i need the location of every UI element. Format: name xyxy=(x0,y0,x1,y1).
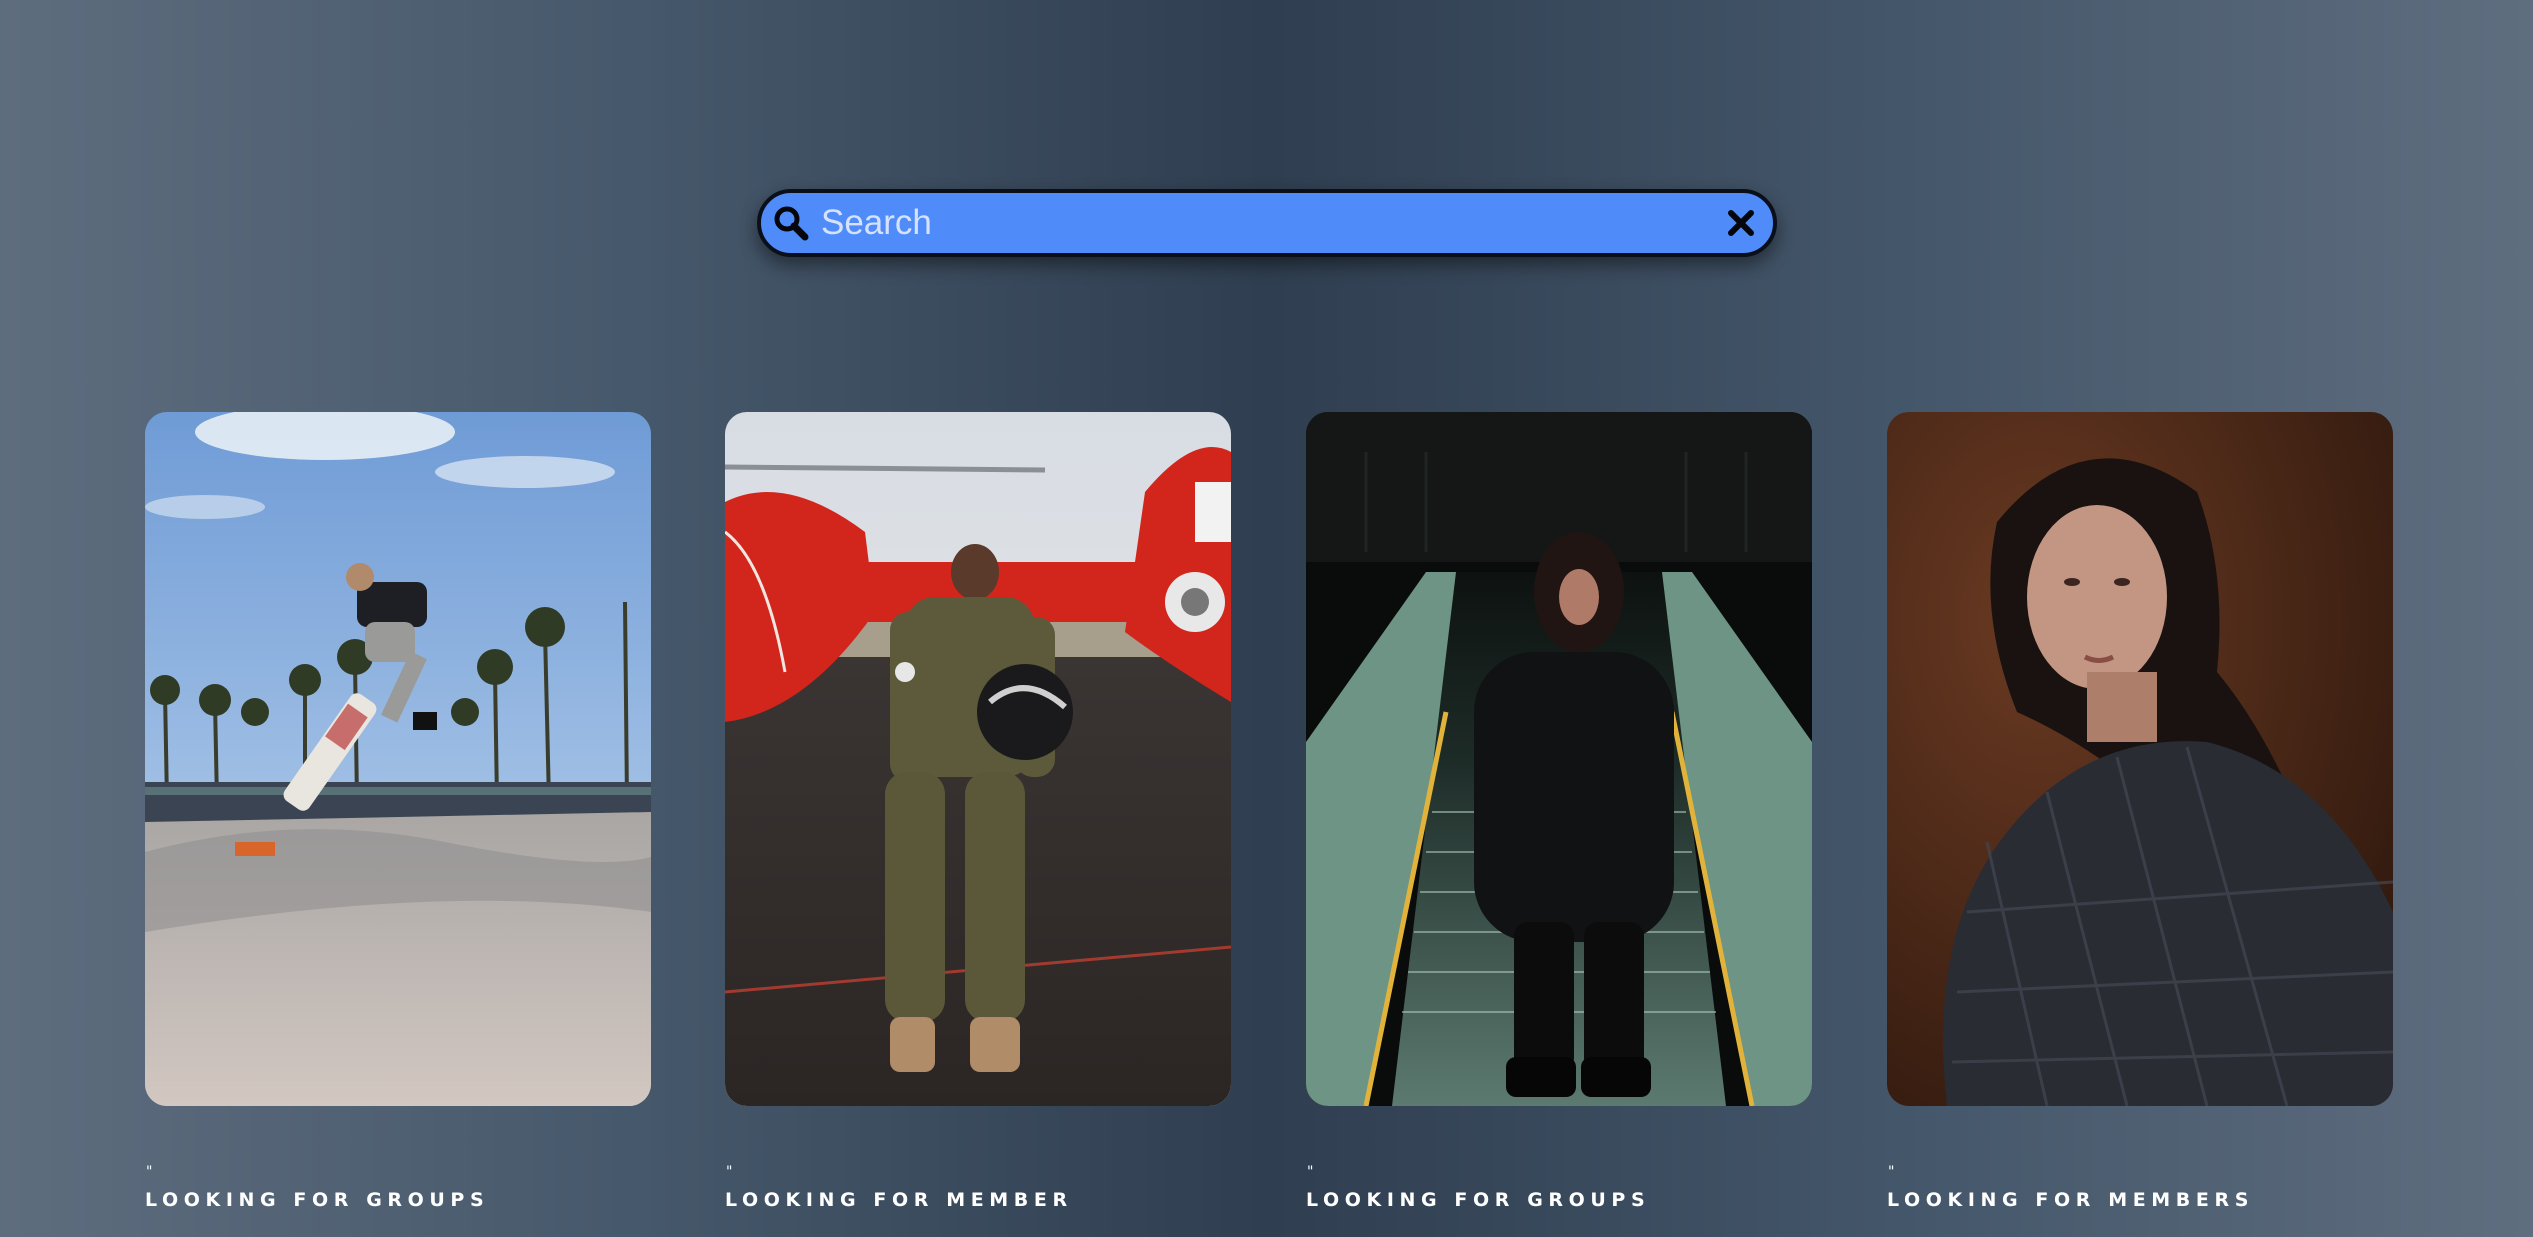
card-caption: " LOOKING FOR MEMBER xyxy=(725,1165,1245,1211)
quote-mark: " xyxy=(1888,1164,1895,1180)
card-label: LOOKING FOR MEMBERS xyxy=(1887,1189,2254,1211)
card-caption: " LOOKING FOR MEMBERS xyxy=(1887,1165,2407,1211)
card-label: LOOKING FOR GROUPS xyxy=(145,1189,490,1211)
search-icon[interactable] xyxy=(771,203,811,243)
quote-mark: " xyxy=(726,1164,733,1180)
quote-mark: " xyxy=(1307,1164,1314,1180)
card-escalator-image[interactable] xyxy=(1306,412,1812,1106)
woman-portrait-photo xyxy=(1887,412,2393,1106)
search-bar[interactable] xyxy=(757,189,1777,257)
card-pilot-image[interactable] xyxy=(725,412,1231,1106)
card-caption: " LOOKING FOR GROUPS xyxy=(1306,1165,1826,1211)
card-caption: " LOOKING FOR GROUPS xyxy=(145,1165,665,1211)
woman-escalator-photo xyxy=(1306,412,1812,1106)
card-label: LOOKING FOR MEMBER xyxy=(725,1189,1073,1211)
card-skateboarder-image[interactable] xyxy=(145,412,651,1106)
card-label: LOOKING FOR GROUPS xyxy=(1306,1189,1651,1211)
close-icon[interactable] xyxy=(1727,209,1755,237)
card-portrait-image[interactable] xyxy=(1887,412,2393,1106)
pilot-helicopter-photo xyxy=(725,412,1231,1106)
skateboarder-photo xyxy=(145,412,651,1106)
quote-mark: " xyxy=(146,1164,153,1180)
search-input[interactable] xyxy=(821,199,1681,247)
